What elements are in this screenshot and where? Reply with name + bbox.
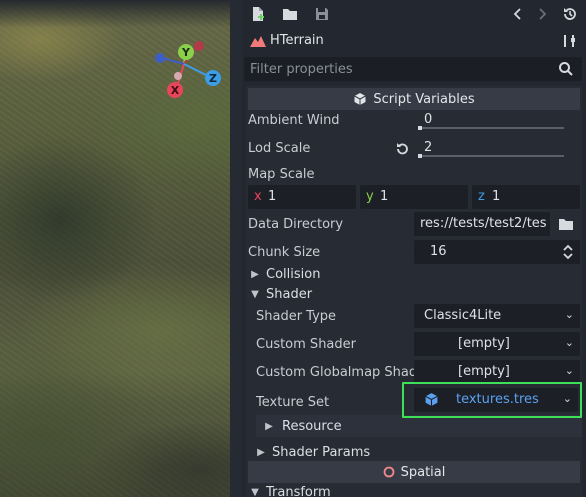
custom-shader-picker[interactable]: [empty] ⌄	[414, 332, 580, 356]
shader-label: Shader	[266, 286, 313, 302]
slider-track	[418, 127, 564, 129]
history-forward-button[interactable]	[532, 4, 552, 24]
selected-node-row: HTerrain	[242, 28, 586, 54]
3d-viewport[interactable]: Y Z X	[0, 0, 230, 497]
x-axis-label: x	[254, 189, 262, 204]
transform-label: Transform	[266, 484, 331, 497]
map-scale-x-field[interactable]: x 1	[248, 185, 356, 209]
terrain-icon	[250, 36, 266, 47]
search-icon	[559, 62, 573, 76]
gizmo-x-label: X	[171, 84, 180, 97]
object-properties-button[interactable]	[560, 31, 580, 51]
script-variables-label: Script Variables	[373, 91, 475, 107]
save-icon	[316, 8, 328, 20]
chevron-right-icon	[539, 8, 547, 20]
custom-globalmap-shader-picker[interactable]: [empty] ⌄	[414, 360, 580, 384]
slider-grabber	[418, 154, 422, 158]
chevron-right-icon: ▶	[265, 420, 273, 432]
gizmo-z-label: Z	[209, 72, 217, 85]
custom-shader-value: [empty]	[458, 336, 510, 351]
filter-input[interactable]	[250, 60, 550, 78]
map-scale-y-field[interactable]: y 1	[360, 185, 468, 209]
collision-category[interactable]: ▶ Collision	[250, 264, 578, 284]
node-name: HTerrain	[270, 33, 324, 48]
resource-subsection[interactable]: ▶ Resource	[256, 415, 582, 437]
slider-track	[418, 155, 564, 157]
chevron-right-icon: ▶	[257, 446, 265, 458]
axis-gizmo[interactable]: Y Z X	[148, 36, 228, 106]
chunk-size-value: 16	[430, 244, 447, 259]
chunk-size-label: Chunk Size	[248, 245, 321, 260]
property-list: Script Variables Ambient Wind 0 Lod Scal…	[246, 86, 582, 497]
custom-globalmap-shader-label: Custom Globalmap Shade	[256, 365, 426, 380]
shader-type-value: Classic4Lite	[424, 308, 502, 323]
cube-icon	[354, 93, 367, 105]
map-scale-z-field[interactable]: z 1	[472, 185, 580, 209]
resource-label: Resource	[282, 418, 342, 434]
data-directory-value: res://tests/test2/tes	[420, 216, 547, 231]
map-scale-x-value: 1	[268, 189, 277, 204]
chevron-down-icon: ⌄	[564, 336, 574, 349]
texture-set-highlight	[402, 382, 582, 418]
folder-icon	[283, 9, 297, 20]
folder-icon	[559, 219, 573, 230]
ambient-wind-slider[interactable]: 0	[414, 108, 574, 132]
shader-params-category[interactable]: ▶ Shader Params	[256, 442, 582, 462]
map-scale-label: Map Scale	[248, 167, 315, 182]
map-scale-y-value: 1	[380, 189, 389, 204]
history-icon	[564, 8, 576, 20]
chevron-right-icon: ▶	[251, 268, 259, 280]
spatial-header[interactable]: Spatial	[248, 461, 580, 483]
chevron-down-icon: ▼	[251, 288, 259, 300]
texture-set-label: Texture Set	[256, 395, 330, 410]
shader-type-label: Shader Type	[256, 309, 337, 324]
ambient-wind-label: Ambient Wind	[248, 113, 340, 128]
data-directory-label: Data Directory	[248, 217, 344, 232]
chevron-down-icon: ▼	[251, 486, 259, 497]
new-resource-button[interactable]	[248, 4, 268, 24]
up-down-arrows-icon	[563, 244, 573, 260]
save-resource-button[interactable]	[312, 4, 332, 24]
revert-icon[interactable]	[394, 141, 410, 157]
chevron-left-icon	[513, 8, 521, 20]
filter-properties	[244, 57, 582, 81]
collision-label: Collision	[266, 266, 321, 282]
load-resource-button[interactable]	[280, 4, 300, 24]
lod-scale-slider[interactable]: 2	[414, 136, 574, 160]
lod-scale-value: 2	[424, 140, 433, 155]
history-button[interactable]	[560, 4, 580, 24]
shader-type-dropdown[interactable]: Classic4Lite ⌄	[414, 304, 580, 328]
map-scale-z-value: 1	[492, 189, 501, 204]
custom-shader-label: Custom Shader	[256, 337, 356, 352]
spatial-label: Spatial	[400, 464, 446, 480]
chunk-size-dropdown[interactable]: 16	[414, 240, 580, 264]
script-variables-header[interactable]: Script Variables	[248, 88, 580, 110]
new-file-icon	[253, 7, 264, 21]
shader-params-label: Shader Params	[272, 444, 371, 460]
transform-category[interactable]: ▼ Transform	[250, 482, 578, 497]
spatial-node-icon	[383, 466, 395, 478]
gizmo-y-label: Y	[181, 46, 191, 59]
browse-directory-button[interactable]	[552, 212, 580, 236]
chevron-down-icon: ⌄	[564, 308, 574, 321]
inspector-toolbar	[242, 0, 586, 28]
y-axis-label: y	[366, 189, 374, 204]
chevron-down-icon: ⌄	[564, 364, 574, 377]
viewport-topbar	[0, 0, 230, 28]
history-back-button[interactable]	[508, 4, 528, 24]
panel-divider[interactable]	[230, 0, 242, 497]
tools-icon	[564, 35, 575, 47]
z-axis-label: z	[478, 189, 485, 204]
inspector-panel: HTerrain Script Variables Ambient Wind 0…	[242, 0, 586, 497]
custom-globalmap-shader-value: [empty]	[458, 364, 510, 379]
ambient-wind-value: 0	[424, 112, 433, 127]
lod-scale-label: Lod Scale	[248, 141, 311, 156]
slider-grabber	[418, 126, 422, 130]
data-directory-field[interactable]: res://tests/test2/tes	[414, 212, 550, 236]
shader-category[interactable]: ▼ Shader	[250, 284, 578, 304]
